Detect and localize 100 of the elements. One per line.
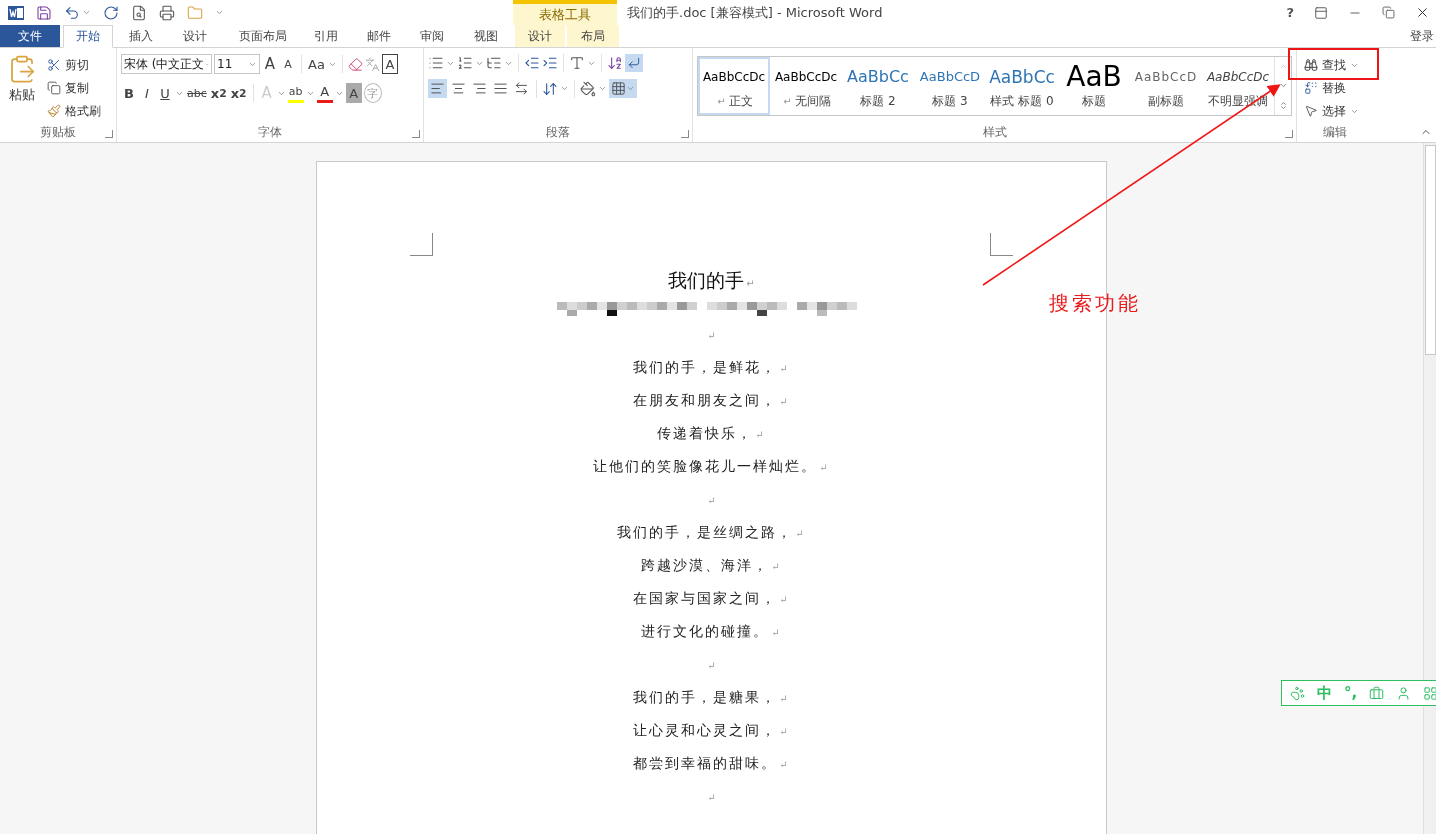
close-icon[interactable] <box>1415 5 1430 20</box>
save-icon[interactable] <box>36 4 52 21</box>
group-label: 字体 <box>258 124 282 141</box>
ribbon-tab[interactable]: 插入 <box>115 25 167 47</box>
gallery-more-icon[interactable] <box>1278 100 1288 110</box>
poem-line: 都尝到幸福的甜味。↵ <box>633 754 790 773</box>
align-icon[interactable] <box>514 81 529 96</box>
restore-icon[interactable] <box>1382 6 1395 19</box>
highlight-button[interactable]: ab <box>287 83 304 103</box>
align-icon[interactable] <box>430 81 445 96</box>
print-preview-icon[interactable] <box>131 4 147 21</box>
asian-layout-icon[interactable] <box>569 55 585 71</box>
ribbon-tab[interactable]: 文件 <box>0 25 60 47</box>
ribbon-tab[interactable]: 布局 <box>567 25 619 47</box>
style-item[interactable]: AaBbCcD 标题 3 <box>914 57 986 115</box>
style-name: 标题 2 <box>860 93 896 110</box>
paw-icon[interactable] <box>1290 685 1305 701</box>
replace-button[interactable]: 替换 <box>1301 77 1362 99</box>
character-border-button[interactable]: A <box>381 54 398 74</box>
format-painter-button[interactable]: 格式刷 <box>44 100 104 122</box>
multilevel-list-icon[interactable] <box>486 55 502 71</box>
printer-icon[interactable] <box>159 4 175 21</box>
align-icon[interactable] <box>472 81 487 96</box>
increase-indent-icon[interactable] <box>542 55 558 71</box>
caret-icon[interactable] <box>626 84 635 93</box>
cut-button[interactable]: 剪切 <box>44 54 104 76</box>
bold-button[interactable]: B <box>121 83 137 103</box>
line-spacing-icon[interactable] <box>542 80 558 97</box>
repeat-icon[interactable] <box>103 4 119 21</box>
paintbrush-icon[interactable] <box>47 104 61 118</box>
caret-icon[interactable] <box>560 84 569 93</box>
ribbon-tab[interactable]: 引用 <box>302 25 350 47</box>
copy-icon[interactable] <box>47 81 61 95</box>
caret-icon[interactable] <box>82 8 91 17</box>
phonetic-guide-icon[interactable] <box>364 56 380 72</box>
find-button[interactable]: 查找 <box>1301 54 1362 76</box>
folder-icon[interactable] <box>187 4 203 21</box>
style-item[interactable]: AaBbCc 样式 标题 0 <box>986 57 1058 115</box>
poem-line: 我们的手，是丝绸之路，↵ <box>617 523 806 542</box>
font-color-button[interactable]: A <box>316 83 333 103</box>
style-item[interactable]: AaBbCc 标题 2 <box>842 57 914 115</box>
show-marks-icon[interactable] <box>627 56 641 70</box>
binoculars-icon[interactable] <box>1304 58 1318 72</box>
caret-icon[interactable] <box>598 84 607 93</box>
sign-in-link[interactable]: 登录 <box>1410 25 1436 47</box>
shading-icon[interactable] <box>580 80 596 97</box>
copy-button[interactable]: 复制 <box>44 77 104 99</box>
poem-line: 进行文化的碰撞。↵ <box>641 622 782 641</box>
numbering-icon[interactable] <box>457 55 473 71</box>
launcher-icon[interactable] <box>681 130 689 138</box>
launcher-icon[interactable] <box>1285 130 1293 138</box>
paragraph-mark: ↵ <box>706 494 718 508</box>
ribbon-tab[interactable]: 视图 <box>459 25 512 47</box>
ribbon-tab[interactable]: 开始 <box>63 25 113 48</box>
ribbon-tab[interactable]: 设计 <box>515 25 565 47</box>
align-icon[interactable] <box>493 81 508 96</box>
scissors-icon[interactable] <box>47 58 61 72</box>
grid-icon[interactable] <box>1423 685 1436 701</box>
launcher-icon[interactable] <box>412 130 420 138</box>
italic-button[interactable]: I <box>139 83 155 103</box>
font-size-field[interactable]: 11 <box>214 54 260 74</box>
underline-button[interactable]: U <box>157 83 173 103</box>
poem-line: 传递着快乐，↵ <box>657 424 766 443</box>
bullets-icon[interactable] <box>428 55 444 71</box>
style-name: ↵ 无间隔 <box>782 93 831 110</box>
toolbox-icon[interactable] <box>1369 685 1385 701</box>
eraser-icon[interactable] <box>347 56 363 72</box>
style-item[interactable]: AaB 标题 <box>1058 57 1130 115</box>
help-button[interactable]: ? <box>1286 5 1294 20</box>
cursor-icon[interactable] <box>1304 104 1318 118</box>
ribbon-tab[interactable]: 审阅 <box>405 25 459 47</box>
ribbon-tab[interactable]: 邮件 <box>352 25 405 47</box>
grow-font-button[interactable]: A <box>262 54 278 74</box>
user-icon[interactable] <box>1396 685 1412 701</box>
align-icon[interactable] <box>451 81 466 96</box>
ribbon-options-icon[interactable] <box>1314 5 1328 20</box>
style-item[interactable]: AaBbCcDc ↵ 无间隔 <box>770 57 842 115</box>
style-item[interactable]: AaBbCcDc ↵ 正文 <box>698 57 770 115</box>
poem-line: 我们的手，是糖果，↵ <box>633 688 790 707</box>
strikethrough-button[interactable]: abc <box>186 83 208 103</box>
table-tools-label: 表格工具 <box>513 0 617 25</box>
ribbon-tab[interactable]: 设计 <box>167 25 222 47</box>
word-logo-icon[interactable] <box>8 4 24 21</box>
style-preview: AaBbCcDc <box>1206 69 1270 86</box>
character-shading-button[interactable]: A <box>345 83 362 103</box>
ribbon-tab[interactable]: 页面布局 <box>224 25 302 47</box>
sort-icon[interactable] <box>607 55 623 71</box>
select-button[interactable]: 选择 <box>1301 100 1362 122</box>
vertical-scrollbar[interactable] <box>1423 143 1436 834</box>
launcher-icon[interactable] <box>105 130 113 138</box>
font-name-field[interactable]: 宋体 (中文正文 <box>121 54 212 74</box>
style-item[interactable]: AaBbCcD 副标题 <box>1130 57 1202 115</box>
change-case-button[interactable]: Aa <box>307 54 326 74</box>
undo-icon[interactable] <box>64 4 80 21</box>
replace-icon[interactable] <box>1304 81 1318 95</box>
caret-icon[interactable] <box>215 8 224 17</box>
shrink-font-button[interactable]: A <box>280 54 296 74</box>
paste-button[interactable]: 粘贴 <box>4 54 40 124</box>
decrease-indent-icon[interactable] <box>524 55 540 71</box>
borders-icon[interactable] <box>611 81 626 96</box>
